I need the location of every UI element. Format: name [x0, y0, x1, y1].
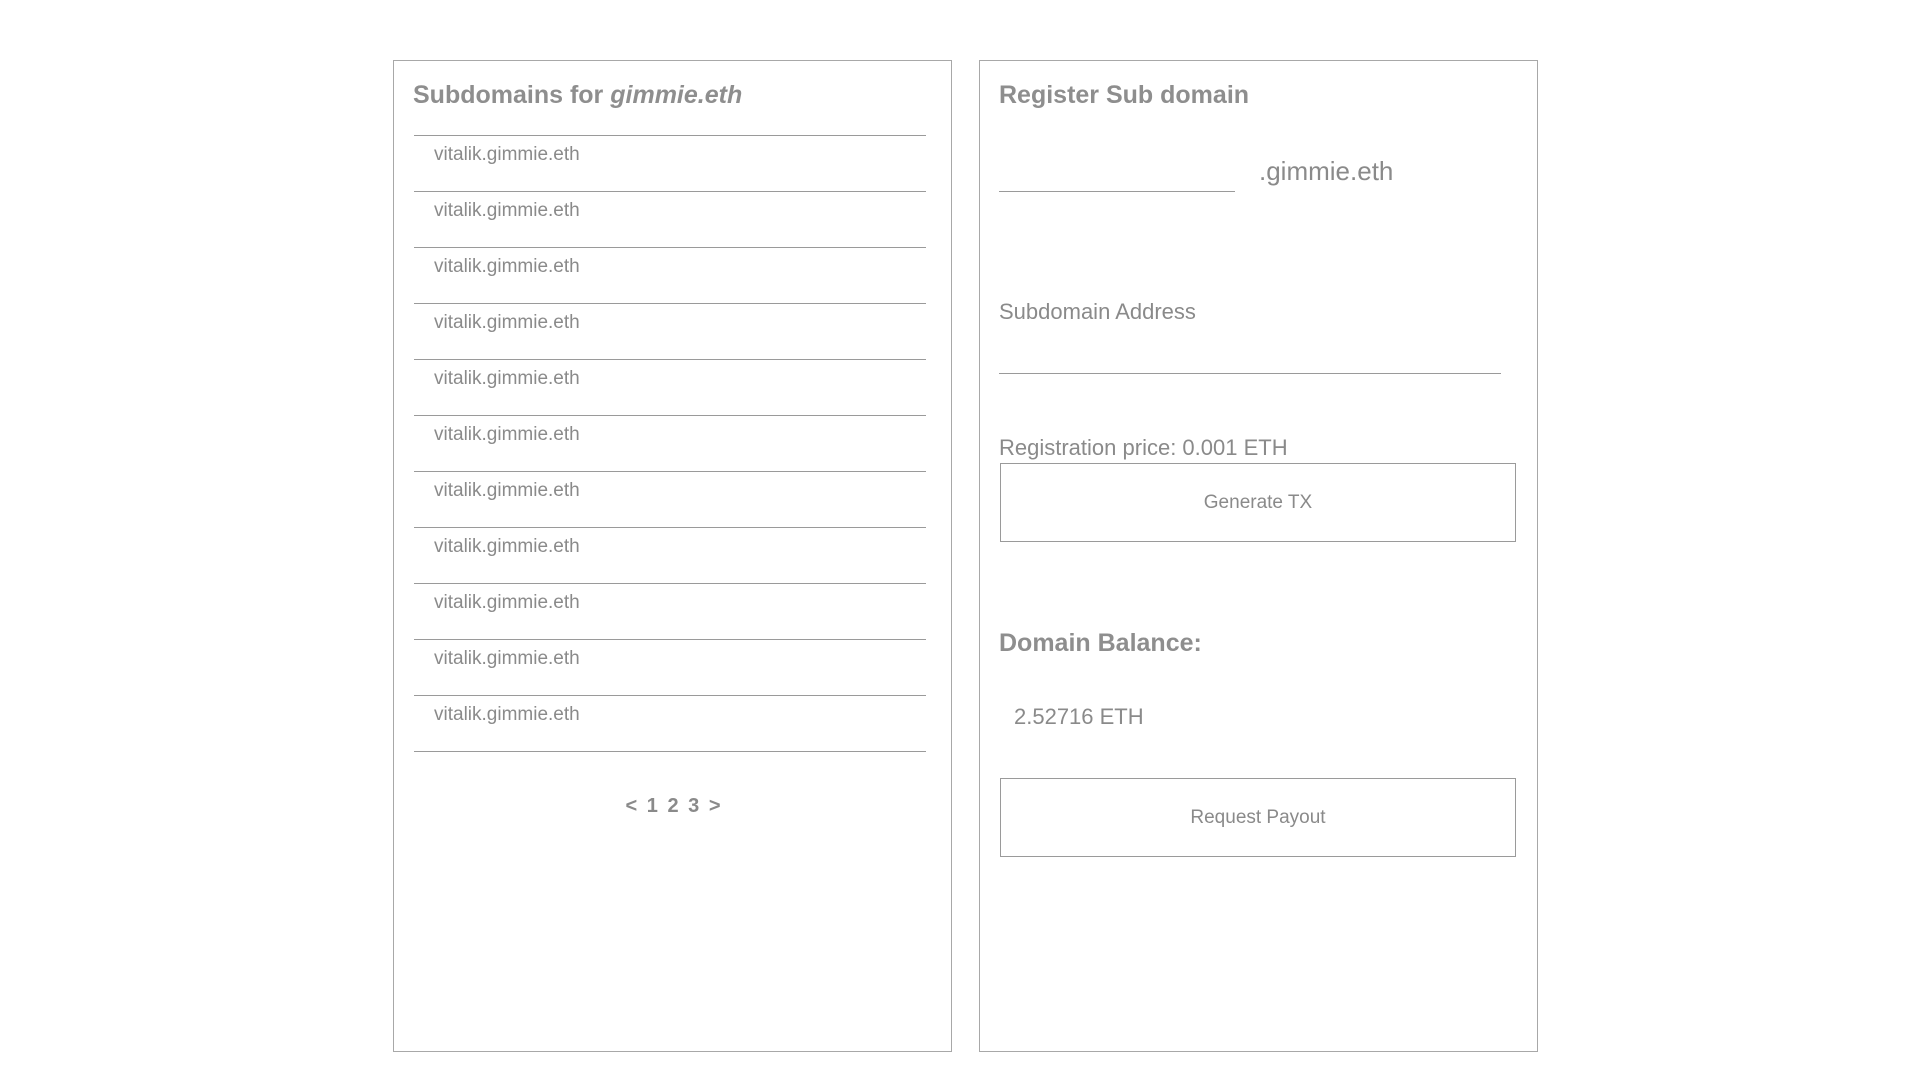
- subdomain-list-item[interactable]: vitalik.gimmie.eth: [414, 528, 926, 584]
- subdomain-list-item[interactable]: vitalik.gimmie.eth: [414, 304, 926, 360]
- registration-price: Registration price: 0.001 ETH: [999, 435, 1288, 460]
- domain-suffix: .gimmie.eth: [1259, 156, 1394, 186]
- subdomain-list-item[interactable]: vitalik.gimmie.eth: [414, 248, 926, 304]
- subdomain-list-item[interactable]: vitalik.gimmie.eth: [414, 472, 926, 528]
- subdomain-list-item[interactable]: vitalik.gimmie.eth: [414, 640, 926, 696]
- subdomain-list-item[interactable]: vitalik.gimmie.eth: [414, 584, 926, 640]
- subdomain-list-item[interactable]: vitalik.gimmie.eth: [414, 360, 926, 416]
- subdomain-list: vitalik.gimmie.eth vitalik.gimmie.eth vita…: [414, 135, 926, 752]
- register-panel-title: Register Sub domain: [999, 81, 1250, 109]
- pagination-page-3[interactable]: 3: [688, 795, 700, 817]
- request-payout-button[interactable]: Request Payout: [1000, 778, 1516, 857]
- pagination-page-1[interactable]: 1: [647, 795, 659, 817]
- subdomain-list-item[interactable]: vitalik.gimmie.eth: [414, 136, 926, 192]
- subdomain-address-label: Subdomain Address: [999, 299, 1196, 324]
- title-prefix: Subdomains for: [413, 81, 604, 109]
- subdomain-address-input[interactable]: [999, 333, 1501, 374]
- generate-tx-button[interactable]: Generate TX: [1000, 463, 1516, 542]
- subdomain-list-item[interactable]: vitalik.gimmie.eth: [414, 192, 926, 248]
- domain-balance-heading: Domain Balance:: [999, 629, 1202, 657]
- subdomains-panel: Subdomains for gimmie.eth vitalik.gimmie…: [393, 60, 952, 1052]
- pagination: < 1 2 3 >: [394, 795, 953, 818]
- pagination-prev-button[interactable]: <: [626, 795, 639, 817]
- subdomain-name-input[interactable]: [999, 157, 1235, 192]
- title-domain: gimmie.eth: [610, 81, 743, 109]
- pagination-next-button[interactable]: >: [709, 795, 722, 817]
- subdomains-panel-title: Subdomains for gimmie.eth: [413, 81, 742, 110]
- page: Subdomains for gimmie.eth vitalik.gimmie…: [0, 0, 1920, 1080]
- subdomain-list-item[interactable]: vitalik.gimmie.eth: [414, 416, 926, 472]
- subdomain-list-item[interactable]: vitalik.gimmie.eth: [414, 696, 926, 752]
- pagination-page-2[interactable]: 2: [667, 795, 679, 817]
- domain-balance-value: 2.52716 ETH: [1014, 704, 1144, 729]
- register-panel: Register Sub domain .gimmie.eth Subdomai…: [979, 60, 1538, 1052]
